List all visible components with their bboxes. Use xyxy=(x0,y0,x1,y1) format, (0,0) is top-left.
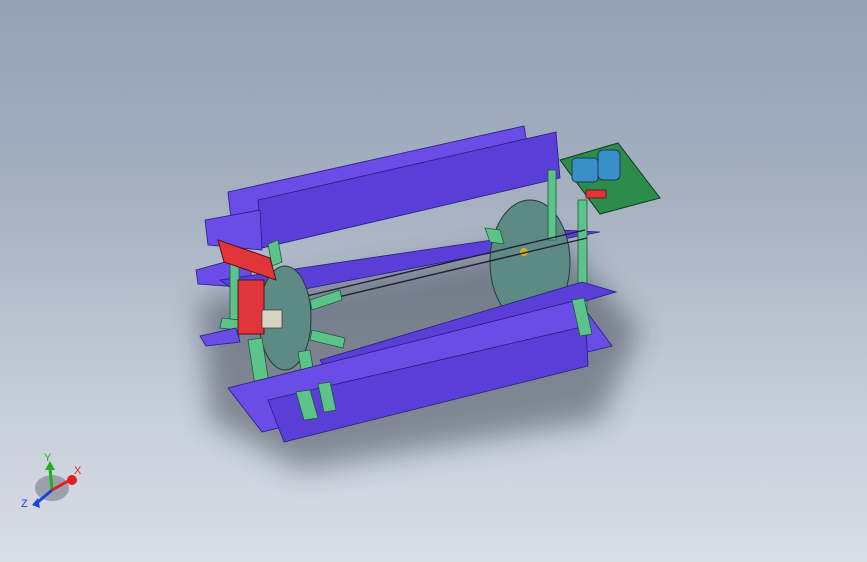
triad-x-label: X xyxy=(74,465,82,477)
triad-z-label: Z xyxy=(21,498,28,510)
orientation-triad[interactable]: Y X Z xyxy=(0,0,867,562)
triad-y-label: Y xyxy=(44,452,52,464)
graphics-viewport[interactable]: Y X Z xyxy=(0,0,867,562)
